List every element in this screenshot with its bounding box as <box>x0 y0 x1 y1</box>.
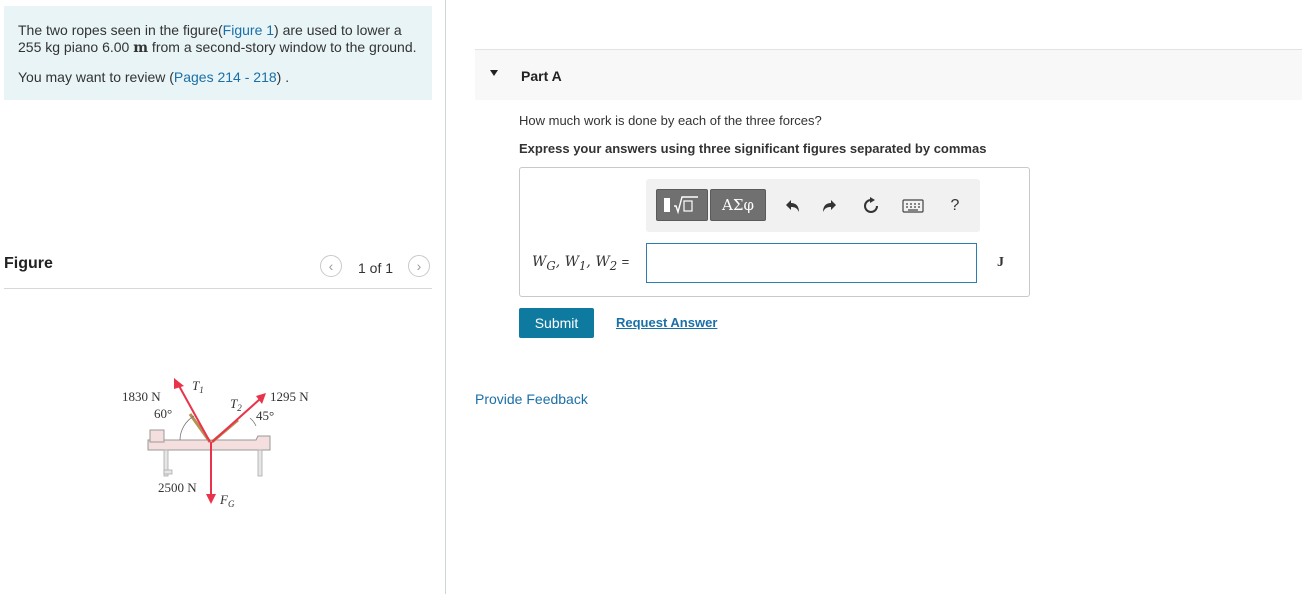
chevron-left-icon: ‹ <box>328 258 334 274</box>
distance-unit: m <box>133 40 149 56</box>
collapse-caret-icon[interactable] <box>490 70 498 76</box>
answer-box: ΑΣφ ? WG, W1, W2 = J <box>519 167 1030 297</box>
piano-leg-right <box>257 449 263 477</box>
column-divider <box>445 0 446 594</box>
request-answer-link[interactable]: Request Answer <box>616 315 717 330</box>
t1-symbol: T1 <box>192 378 204 395</box>
templates-icon <box>664 196 698 215</box>
fg-arrowhead-icon <box>206 494 216 504</box>
help-button[interactable]: ? <box>944 195 966 217</box>
angle-arc-60 <box>179 415 195 441</box>
part-a-header[interactable]: Part A <box>475 49 1302 100</box>
t1-angle-label: 60° <box>154 406 172 421</box>
figure-header: Figure ‹ 1 of 1 › <box>4 248 432 289</box>
problem-text-part1: The two ropes seen in the figure( <box>18 22 223 38</box>
review-suffix: ) . <box>276 69 290 85</box>
review-prefix: You may want to review ( <box>18 69 174 85</box>
fg-magnitude-label: 2500 N <box>158 480 197 495</box>
problem-statement-box: The two ropes seen in the figure(Figure … <box>4 6 432 100</box>
problem-text-part3: from a second-story window to the ground… <box>148 39 417 55</box>
part-title: Part A <box>521 68 562 84</box>
piano-pedal <box>163 469 173 475</box>
chevron-right-icon: › <box>416 258 422 274</box>
previous-figure-button[interactable]: ‹ <box>320 255 342 277</box>
t2-angle-label: 45° <box>256 408 274 423</box>
answer-input[interactable] <box>646 243 977 283</box>
redo-icon[interactable] <box>818 195 840 217</box>
force-diagram-svg: 1830 N 60° T1 T2 1295 N 45° 2500 N FG <box>122 378 309 509</box>
submit-button[interactable]: Submit <box>519 308 594 338</box>
symbols-button[interactable]: ΑΣφ <box>710 189 766 221</box>
t2-symbol: T2 <box>230 396 242 413</box>
figure-label: Figure <box>4 255 53 272</box>
review-line: You may want to review (Pages 214 - 218)… <box>18 69 289 85</box>
keyboard-icon[interactable] <box>902 195 924 217</box>
templates-button[interactable] <box>656 189 708 221</box>
figure-pager-text: 1 of 1 <box>358 260 394 276</box>
question-text: How much work is done by each of the thr… <box>519 113 822 128</box>
t2-magnitude-label: 1295 N <box>270 389 309 404</box>
t1-arrowhead-icon <box>174 378 184 389</box>
unit-label: J <box>997 255 1004 270</box>
piano-force-diagram: 1830 N 60° T1 T2 1295 N 45° 2500 N FG <box>110 370 330 520</box>
answer-variables-label: WG, W1, W2 = <box>532 254 630 273</box>
problem-text: The two ropes seen in the figure(Figure … <box>18 22 428 57</box>
reset-icon[interactable] <box>860 195 882 217</box>
figure-link[interactable]: Figure 1 <box>223 22 274 38</box>
review-pages-link[interactable]: Pages 214 - 218 <box>174 69 277 85</box>
undo-icon[interactable] <box>782 195 804 217</box>
instruction-text: Express your answers using three signifi… <box>519 141 987 156</box>
fg-symbol: FG <box>219 492 235 509</box>
math-toolbar: ΑΣφ ? <box>646 179 980 232</box>
provide-feedback-link[interactable]: Provide Feedback <box>475 391 588 407</box>
next-figure-button[interactable]: › <box>408 255 430 277</box>
piano-top-left <box>149 429 165 443</box>
t1-magnitude-label: 1830 N <box>122 389 161 404</box>
